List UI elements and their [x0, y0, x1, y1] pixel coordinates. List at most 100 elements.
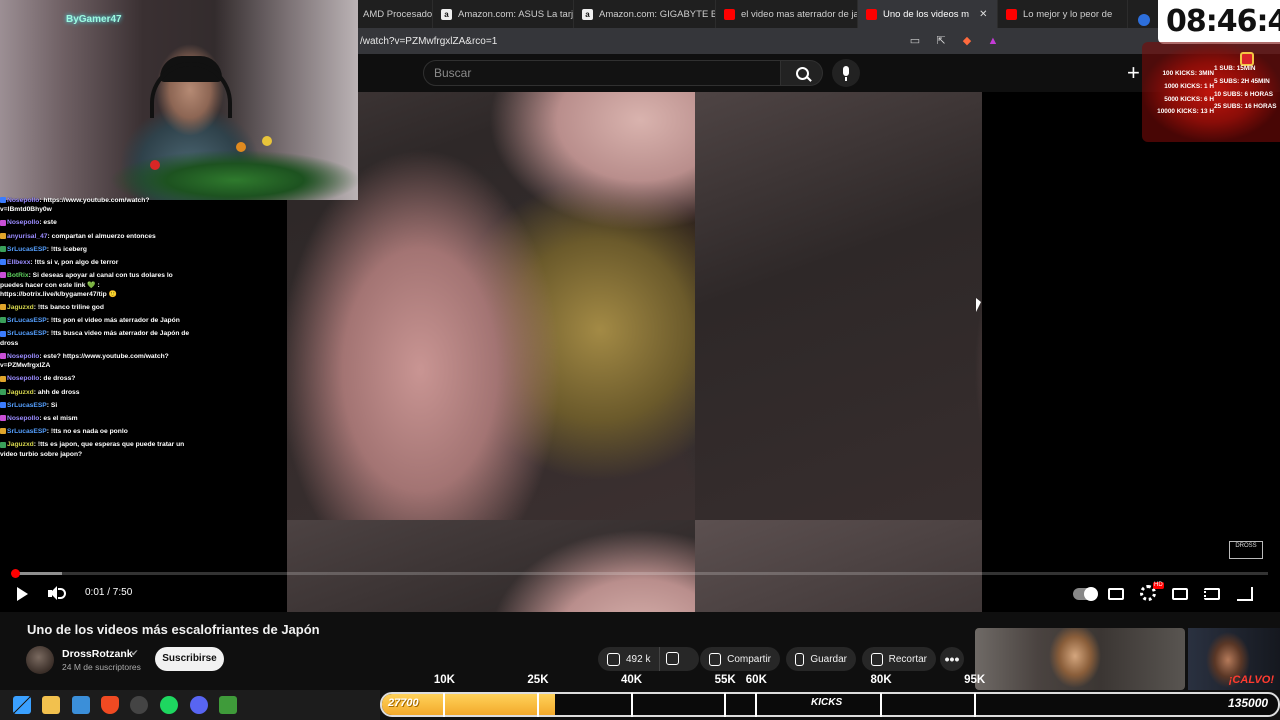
browser-tab-label: Amazon.com: ASUS La tarjeta: [458, 8, 574, 20]
stream-clock: 08:46:47: [1166, 4, 1280, 39]
browser-tab[interactable]: a Amazon.com: ASUS La tarjeta: [433, 0, 574, 28]
bookmark-icon: [795, 652, 805, 666]
autoplay-toggle[interactable]: [1073, 587, 1098, 601]
share-button[interactable]: Compartir: [700, 647, 780, 671]
chat-username: SrLucasESP: [7, 330, 47, 338]
chat-username: Nosepollo: [7, 219, 40, 227]
chat-message: SrLucasESP: Si: [0, 401, 200, 410]
save-button[interactable]: Guardar: [786, 647, 856, 671]
chat-badge-icon: [0, 246, 6, 253]
search-input[interactable]: Buscar: [423, 60, 781, 86]
url-text[interactable]: /watch?v=PZMwfrgxlZA&rco=1: [355, 36, 908, 47]
photos-app-icon[interactable]: [72, 696, 90, 714]
chat-badge-icon: [0, 317, 6, 324]
voice-search-button[interactable]: [832, 59, 860, 87]
browser-tab-label: Lo mejor y lo peor de: [1023, 8, 1113, 20]
time-display: 0:01 / 7:50: [85, 587, 133, 598]
minecraft-icon[interactable]: [219, 696, 237, 714]
chat-message: Nosepollo: de dross?: [0, 374, 200, 383]
clip-button[interactable]: Recortar: [862, 647, 936, 671]
chat-text: : !tts banco triline god: [33, 304, 104, 312]
miniplayer-button[interactable]: [1172, 588, 1188, 600]
thumbs-up-icon: [607, 652, 620, 666]
share-page-icon[interactable]: ⇱: [934, 34, 948, 48]
chat-badge-icon: [0, 272, 6, 279]
chat-username: SrLucasESP: [7, 428, 47, 436]
chat-badge-icon: [0, 375, 6, 382]
brave-browser-icon[interactable]: [101, 696, 119, 714]
ornament-icon: [150, 160, 160, 170]
chat-badge-icon: [0, 388, 6, 395]
video-frame[interactable]: [287, 92, 982, 612]
progress-scrubber[interactable]: [11, 569, 20, 578]
kicks-goals-list: 100 KICKS: 3MIN 1000 KICKS: 1 H 5000 KICKS…: [1144, 68, 1214, 119]
kicks-goal-item: 100 KICKS: 3MIN: [1162, 70, 1215, 77]
stream-chat: Nosepollo: https://www.youtube.com/watch…: [0, 196, 200, 463]
subs-goal-item: 25 SUBS: 16 HORAS: [1214, 103, 1277, 111]
chat-message: SrLucasESP: !tts busca video más aterrad…: [0, 329, 200, 348]
dislike-button[interactable]: [666, 652, 679, 665]
more-actions-button[interactable]: •••: [940, 647, 964, 671]
chat-text: : !tts si v, pon algo de terror: [30, 259, 119, 267]
chat-text: : !tts no es nada oe ponlo: [46, 428, 128, 436]
channel-avatar[interactable]: [26, 646, 54, 674]
mouse-cursor: [976, 298, 981, 312]
play-button[interactable]: [15, 584, 29, 604]
kicks-milestone-tick: [536, 693, 539, 717]
discord-icon[interactable]: [190, 696, 208, 714]
install-app-icon[interactable]: ▭: [908, 34, 922, 48]
suggested-video-thumbnail[interactable]: ¡CALVO!: [1188, 628, 1280, 690]
suggested-video-thumbnail[interactable]: [975, 628, 1185, 690]
search-button[interactable]: [781, 60, 823, 86]
fullscreen-button[interactable]: [1237, 587, 1253, 601]
thumbnail-text: ¡CALVO!: [1228, 674, 1274, 686]
chat-text: : este: [39, 219, 57, 227]
create-button[interactable]: +: [1127, 62, 1140, 84]
browser-tab[interactable]: Uno de los videos m ✕: [858, 0, 998, 28]
chat-username: Jaguzxd: [7, 304, 34, 312]
kicks-goal-item: 1000 KICKS: 1 H: [1164, 82, 1214, 90]
subtitles-button[interactable]: [1108, 588, 1124, 600]
chat-text: : compartan el almuerzo entonces: [47, 232, 156, 240]
rewards-icon[interactable]: ▲: [986, 34, 1000, 48]
kicks-goal-item: 10000 KICKS: 13 H: [1157, 108, 1214, 116]
close-tab-icon[interactable]: ✕: [979, 9, 987, 20]
windows-start-icon[interactable]: [13, 696, 31, 714]
chat-badge-icon: [0, 232, 6, 239]
chat-message: SrLucasESP: !tts iceberg: [0, 245, 200, 254]
volume-button[interactable]: [48, 584, 66, 604]
channel-name[interactable]: DrossRotzank: [62, 648, 133, 660]
chat-message: Jaguzxd: !tts es japon, que esperas que …: [0, 440, 200, 459]
chat-username: anyurisal_47: [7, 232, 48, 240]
kicks-milestone-label: 25K: [527, 674, 549, 686]
kicks-milestone-tick: [443, 693, 446, 717]
chat-badge-icon: [0, 441, 6, 448]
ornament-icon: [236, 142, 246, 152]
chat-badge-icon: [0, 304, 6, 311]
browser-tab[interactable]: AMD Procesado: [355, 0, 433, 28]
amazon-favicon-icon: a: [441, 8, 452, 20]
subs-goals-list: 1 SUB: 15MIN 5 SUBS: 2H 45MIN 10 SUBS: 6 H…: [1214, 63, 1280, 114]
chat-message: anyurisal_47: compartan el almuerzo ento…: [0, 232, 200, 241]
browser-tab[interactable]: Lo mejor y lo peor de: [998, 0, 1128, 28]
chat-username: SrLucasESP: [7, 317, 47, 325]
player-controls: 0:01 / 7:50 HD: [0, 580, 1280, 608]
chat-username: Nosepollo: [7, 352, 40, 360]
file-explorer-icon[interactable]: [42, 696, 60, 714]
brave-shield-icon[interactable]: ◆: [960, 34, 974, 48]
amazon-favicon-icon: a: [582, 8, 593, 20]
settings-gear-icon[interactable]: HD: [1140, 582, 1164, 601]
streamer-brand-logo: ByGamer47: [66, 14, 122, 25]
cast-button[interactable]: [1204, 588, 1220, 600]
like-button[interactable]: 492 k: [598, 647, 660, 671]
chat-username: Nosepollo: [7, 197, 40, 204]
obs-icon[interactable]: [130, 696, 148, 714]
subscribe-button[interactable]: Suscribirse: [155, 647, 224, 671]
chat-username: Jaguzxd: [7, 441, 34, 449]
browser-tab[interactable]: el video mas aterrador de jap: [716, 0, 858, 28]
spotify-icon[interactable]: [160, 696, 178, 714]
browser-tab[interactable]: a Amazon.com: GIGABYTE B650: [574, 0, 716, 28]
like-count: 492 k: [626, 653, 651, 665]
progress-bar[interactable]: [11, 569, 1268, 578]
ornament-icon: [262, 136, 272, 146]
